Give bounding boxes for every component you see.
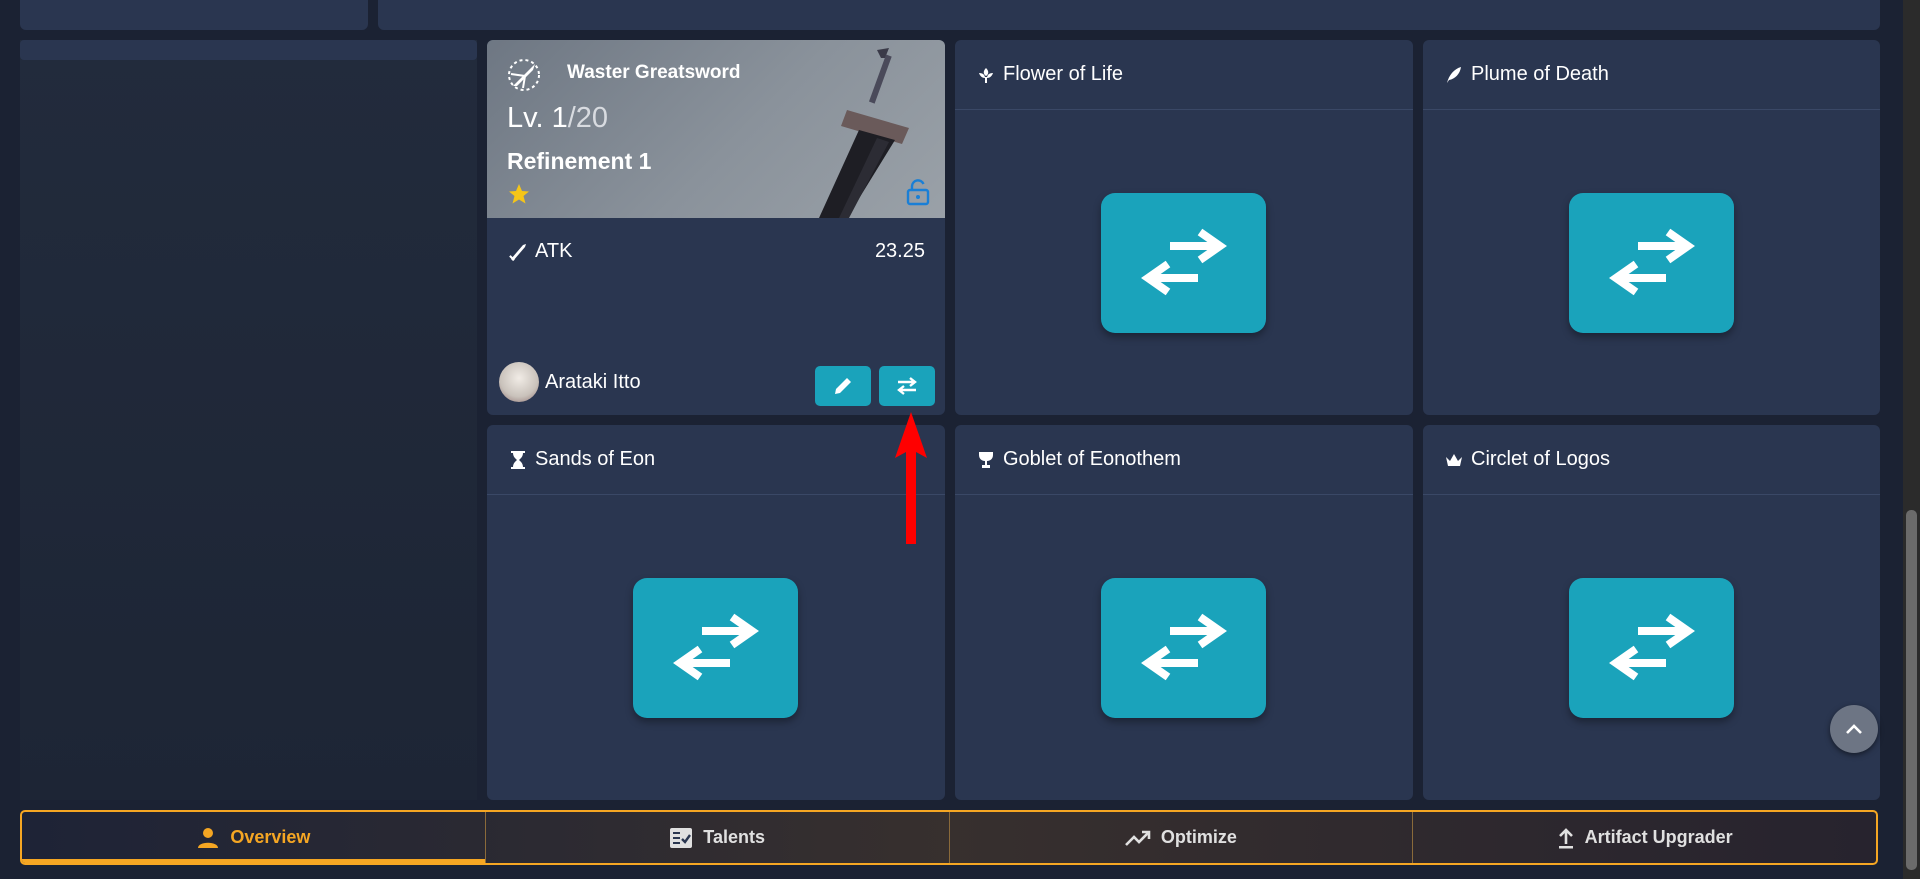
character-name: Arataki Itto [545, 370, 641, 393]
artifact-slot-header: Goblet of Eonothem [955, 425, 1413, 495]
swap-icon [1140, 228, 1227, 296]
rarity-star-icon [509, 184, 529, 204]
swap-icon [672, 613, 759, 681]
stat-atk-label: ATK [507, 240, 572, 263]
page-scrollbar[interactable] [1903, 0, 1920, 879]
unlock-icon[interactable] [905, 178, 931, 206]
weapon-header: Waster Greatsword Lv. 1/20 Refinement 1 [487, 40, 945, 218]
stat-atk-text: ATK [535, 240, 573, 262]
weapon-card[interactable]: Waster Greatsword Lv. 1/20 Refinement 1 … [487, 40, 945, 415]
swap-weapon-button[interactable] [879, 366, 935, 406]
swap-artifact-button[interactable] [1101, 193, 1266, 333]
swap-artifact-button[interactable] [1569, 193, 1734, 333]
artifact-slot-label: Sands of Eon [535, 448, 656, 470]
scrollbar-thumb[interactable] [1906, 510, 1917, 870]
artifact-slot-flower: Flower of Life [955, 40, 1413, 415]
artifact-slot-header: Sands of Eon [487, 425, 945, 495]
character-avatar [499, 362, 539, 402]
circlet-icon [1443, 449, 1465, 471]
bottom-nav: Overview Talents Optimize Artifact Upgra… [20, 810, 1878, 865]
artifact-slot-plume: Plume of Death [1423, 40, 1880, 415]
tab-label: Artifact Upgrader [1584, 827, 1733, 847]
artifact-slot-circlet: Circlet of Logos [1423, 425, 1880, 800]
stat-atk-value: 23.25 [874, 240, 925, 262]
upload-icon [1558, 827, 1573, 848]
talents-icon [670, 827, 693, 848]
left-column [20, 40, 477, 800]
swap-icon [897, 377, 917, 395]
top-main-card-edge [378, 0, 1880, 30]
pencil-icon [835, 378, 851, 394]
tab-optimize[interactable]: Optimize [950, 812, 1414, 863]
swap-artifact-button[interactable] [633, 578, 798, 718]
artifact-slot-header: Circlet of Logos [1423, 425, 1880, 495]
weapon-level: Lv. 1/20 [507, 102, 608, 135]
top-left-card-edge [20, 0, 368, 30]
artifact-slot-header: Plume of Death [1423, 40, 1880, 110]
tab-artifact-upgrader[interactable]: Artifact Upgrader [1413, 812, 1876, 863]
artifact-slot-label: Flower of Life [1003, 63, 1124, 85]
plume-icon [1443, 64, 1465, 86]
tab-label: Optimize [1160, 827, 1237, 847]
person-icon [198, 827, 219, 848]
sword-icon [509, 243, 526, 261]
flower-icon [975, 64, 997, 86]
hourglass-icon [507, 449, 529, 471]
chevron-up-icon [1846, 724, 1862, 734]
left-column-bar [20, 40, 477, 60]
annotation-arrow [895, 412, 927, 544]
artifact-slot-header: Flower of Life [955, 40, 1413, 110]
weapon-level-max: /20 [567, 102, 609, 134]
weapon-type-icon [508, 59, 540, 91]
artifact-slot-label: Plume of Death [1471, 63, 1609, 85]
tab-label: Talents [703, 827, 765, 847]
tab-overview[interactable]: Overview [22, 812, 486, 863]
swap-icon [1608, 228, 1695, 296]
artifact-slot-sands: Sands of Eon [487, 425, 945, 800]
goblet-icon [975, 449, 997, 471]
weapon-level-current: Lv. 1 [507, 102, 568, 134]
edit-weapon-button[interactable] [815, 366, 871, 406]
artifact-slot-label: Goblet of Eonothem [1003, 448, 1181, 470]
weapon-name: Waster Greatsword [567, 62, 741, 83]
tab-talents[interactable]: Talents [486, 812, 950, 863]
swap-icon [1608, 613, 1695, 681]
artifact-slot-goblet: Goblet of Eonothem [955, 425, 1413, 800]
trending-up-icon [1124, 830, 1151, 846]
swap-icon [1140, 613, 1227, 681]
artifact-slot-label: Circlet of Logos [1471, 448, 1610, 470]
swap-artifact-button[interactable] [1101, 578, 1266, 718]
equipped-character[interactable]: Arataki Itto [499, 362, 641, 402]
scroll-to-top-button[interactable] [1830, 705, 1878, 753]
tab-label: Overview [230, 827, 311, 847]
swap-artifact-button[interactable] [1569, 578, 1734, 718]
weapon-refinement: Refinement 1 [507, 148, 652, 174]
